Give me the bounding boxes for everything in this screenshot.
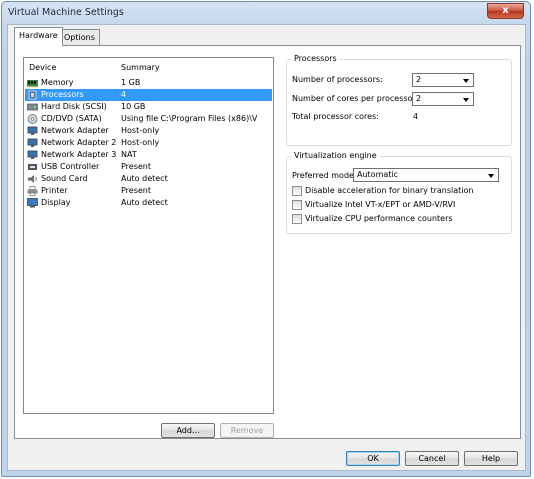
device-row-cd-dvd[interactable]: CD/DVD (SATA) Using file C:\Program File… <box>25 113 272 125</box>
device-name: Printer <box>41 186 68 195</box>
summary-column-header[interactable]: Summary <box>121 63 160 72</box>
ok-button[interactable]: OK <box>346 451 400 466</box>
chevron-down-icon <box>488 174 494 178</box>
chevron-down-icon <box>463 79 469 83</box>
network-adapter-icon <box>27 126 38 136</box>
disable-acceleration-checkbox[interactable] <box>292 186 302 196</box>
device-list[interactable]: Device Summary Memory 1 GB Processors 4 … <box>23 57 274 414</box>
network-adapter-icon <box>27 138 38 148</box>
device-row-network-adapter[interactable]: Network Adapter Host-only <box>25 125 272 137</box>
cd-dvd-icon <box>27 114 38 124</box>
preferred-mode-value: Automatic <box>357 170 399 179</box>
cancel-button[interactable]: Cancel <box>405 451 459 466</box>
device-row-display[interactable]: Display Auto detect <box>25 197 272 209</box>
device-name: Memory <box>41 78 74 87</box>
device-summary: Using file C:\Program Files (x86)\VMwa..… <box>121 114 257 123</box>
device-name: Sound Card <box>41 174 88 183</box>
device-row-usb-controller[interactable]: USB Controller Present <box>25 161 272 173</box>
title-bar[interactable]: Virtual Machine Settings x <box>2 2 530 24</box>
virtualize-vtx-label[interactable]: Virtualize Intel VT-x/EPT or AMD-V/RVI <box>305 200 455 209</box>
tab-hardware[interactable]: Hardware <box>14 27 63 46</box>
device-summary: 10 GB <box>121 102 146 111</box>
device-summary: Auto detect <box>121 174 168 183</box>
printer-icon <box>27 186 38 196</box>
preferred-mode-select[interactable]: Automatic <box>353 168 499 182</box>
device-name: Network Adapter 2 <box>41 138 117 147</box>
processor-icon <box>27 90 38 100</box>
device-summary: Auto detect <box>121 198 168 207</box>
device-summary: Host-only <box>121 126 160 135</box>
device-name: Network Adapter <box>41 126 109 135</box>
memory-icon <box>27 78 38 88</box>
hardware-tab-panel: Device Summary Memory 1 GB Processors 4 … <box>14 45 521 439</box>
device-summary: Present <box>121 186 152 195</box>
device-name: Network Adapter 3 <box>41 150 117 159</box>
disable-acceleration-label[interactable]: Disable acceleration for binary translat… <box>305 186 473 195</box>
virtualization-group-title: Virtualization engine <box>292 151 379 160</box>
total-cores-value: 4 <box>413 112 419 121</box>
virtualization-group: Virtualization engine Preferred mode: Au… <box>286 151 512 234</box>
network-adapter-icon <box>27 150 38 160</box>
device-column-header[interactable]: Device <box>29 63 56 72</box>
add-button[interactable]: Add... <box>161 423 215 438</box>
device-row-hard-disk[interactable]: Hard Disk (SCSI) 10 GB <box>25 101 272 113</box>
device-row-memory[interactable]: Memory 1 GB <box>25 77 272 89</box>
device-name: Hard Disk (SCSI) <box>41 102 107 111</box>
num-processors-select[interactable]: 2 <box>412 73 474 87</box>
close-icon: x <box>502 5 509 16</box>
processors-group-title: Processors <box>292 54 339 63</box>
virtualize-vtx-checkbox[interactable] <box>292 200 302 210</box>
cores-per-processor-value: 2 <box>416 94 422 103</box>
num-processors-value: 2 <box>416 75 422 84</box>
chevron-down-icon <box>463 98 469 102</box>
tab-options[interactable]: Options <box>59 29 100 45</box>
device-summary: Present <box>121 162 152 171</box>
remove-button[interactable]: Remove <box>220 423 274 438</box>
usb-icon <box>27 162 38 172</box>
sound-card-icon <box>27 174 38 184</box>
help-button[interactable]: Help <box>464 451 518 466</box>
processors-group: Processors Number of processors: 2 Numbe… <box>286 54 512 146</box>
virtualize-cpu-counters-checkbox[interactable] <box>292 214 302 224</box>
hard-disk-icon <box>26 102 39 112</box>
device-row-network-adapter-2[interactable]: Network Adapter 2 Host-only <box>25 137 272 149</box>
device-name: Processors <box>41 90 84 99</box>
device-row-processors[interactable]: Processors 4 <box>25 89 272 101</box>
num-processors-label: Number of processors: <box>292 75 383 84</box>
dialog-client-area: Hardware Options Device Summary Memory 1… <box>7 24 526 471</box>
device-row-network-adapter-3[interactable]: Network Adapter 3 NAT <box>25 149 272 161</box>
device-row-printer[interactable]: Printer Present <box>25 185 272 197</box>
device-name: Display <box>41 198 71 207</box>
settings-window: Virtual Machine Settings x Hardware Opti… <box>1 1 531 477</box>
device-summary: Host-only <box>121 138 160 147</box>
display-icon <box>27 198 38 208</box>
device-summary: 4 <box>121 90 127 99</box>
close-button[interactable]: x <box>487 3 524 19</box>
cores-per-processor-label: Number of cores per processor: <box>292 94 419 103</box>
cores-per-processor-select[interactable]: 2 <box>412 92 474 106</box>
device-summary: 1 GB <box>121 78 141 87</box>
total-cores-label: Total processor cores: <box>292 112 379 121</box>
preferred-mode-label: Preferred mode: <box>292 171 357 180</box>
window-title: Virtual Machine Settings <box>8 7 124 18</box>
device-name: CD/DVD (SATA) <box>41 114 102 123</box>
device-row-sound-card[interactable]: Sound Card Auto detect <box>25 173 272 185</box>
virtualize-cpu-counters-label[interactable]: Virtualize CPU performance counters <box>305 214 453 223</box>
device-name: USB Controller <box>41 162 100 171</box>
device-summary: NAT <box>121 150 137 159</box>
